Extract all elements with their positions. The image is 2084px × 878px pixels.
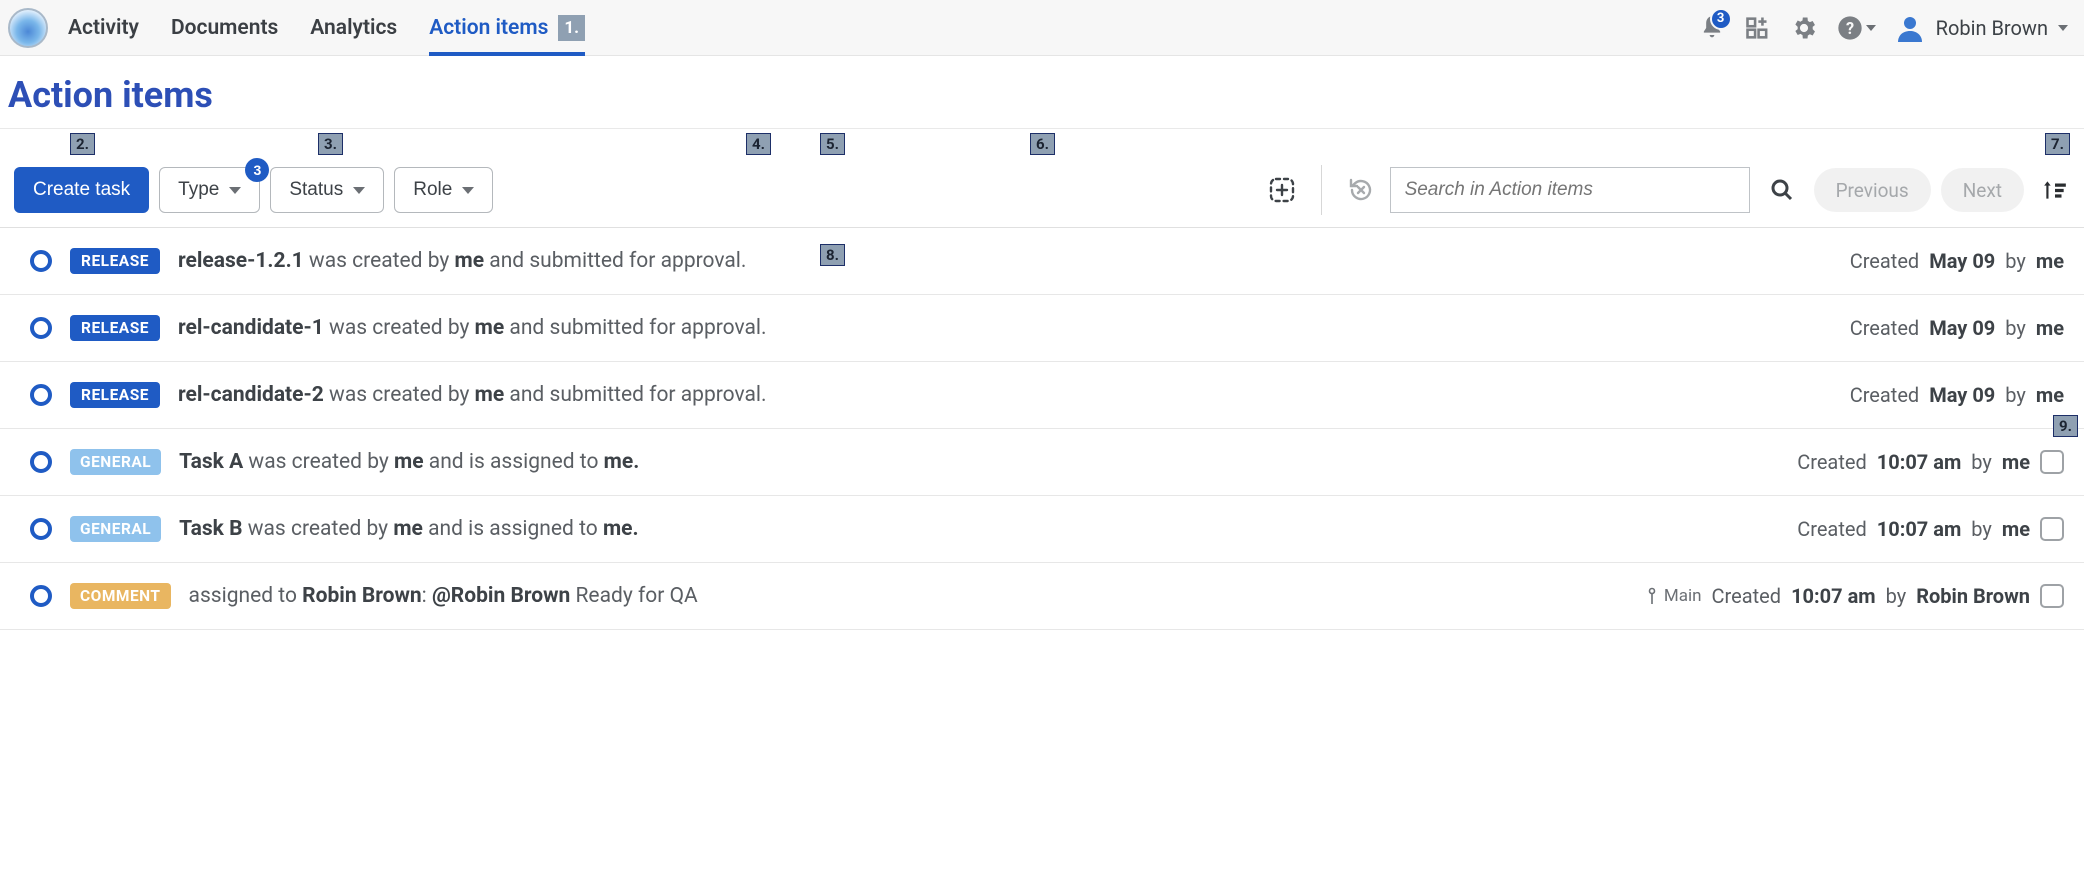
previous-button: Previous [1814,168,1931,212]
svg-text:?: ? [1846,18,1854,37]
filter-type[interactable]: Type 3 [159,167,260,213]
annotation-4: 4. [746,133,771,155]
nav-tab-label: Activity [68,16,139,40]
nav-tab-action-items[interactable]: Action items 1. [429,0,585,55]
chevron-down-icon [2058,25,2068,31]
row-checkbox[interactable] [2040,450,2064,474]
status-circle-icon [30,250,52,272]
annotation-8: 8. [820,244,845,266]
next-button: Next [1941,168,2024,212]
toolbar-section: 2. 3. 4. 5. 6. 7. Create task Type 3 Sta… [0,128,2084,228]
reset-history-icon[interactable] [1342,171,1380,209]
annotation-5: 5. [820,133,845,155]
row-meta: Created May 09 by me [1850,383,2064,407]
table-row[interactable]: RELEASE rel-candidate-2 was created by me… [0,362,2084,429]
table-row[interactable]: GENERAL Task A was created by me and is a… [0,429,2084,496]
chevron-down-icon [229,187,241,194]
filter-role-label: Role [413,179,452,201]
status-circle-icon [30,384,52,406]
row-meta: Created 10:07 am by me [1797,450,2030,474]
filter-status[interactable]: Status [270,167,384,213]
table-row[interactable]: RELEASE rel-candidate-1 was created by me… [0,295,2084,362]
annotation-6: 6. [1030,133,1055,155]
nav-tab-documents[interactable]: Documents [171,0,278,55]
type-tag: GENERAL [70,516,161,542]
type-tag: GENERAL [70,449,161,475]
search-input[interactable] [1391,168,1749,212]
chevron-down-icon [462,187,474,194]
notifications-icon[interactable]: 3 [1698,14,1726,42]
topbar-right: 3 ? Robin Brown [1698,12,2068,44]
row-meta: Created May 09 by me [1850,316,2064,340]
row-description: Task B was created by me and is assigned… [179,517,1779,541]
row-meta: Created 10:07 am by Robin Brown [1712,584,2030,608]
annotation-7: 7. [2045,133,2070,155]
nav-tab-label: Action items [429,16,548,40]
row-description: rel-candidate-2 was created by me and su… [178,383,1832,407]
page-title: Action items [0,56,2084,128]
add-widget-icon[interactable] [1263,171,1301,209]
row-description: rel-candidate-1 was created by me and su… [178,316,1832,340]
topbar: Activity Documents Analytics Action items 1.… [0,0,2084,56]
create-task-button[interactable]: Create task [14,167,149,213]
filter-role[interactable]: Role [394,167,493,213]
logo[interactable] [8,8,48,48]
nav-tabs: Activity Documents Analytics Action items 1. [68,0,585,55]
branch-indicator: Main [1644,586,1702,606]
annotation-3: 3. [318,133,343,155]
type-tag: COMMENT [70,583,171,609]
filter-type-badge: 3 [245,158,269,182]
search-box [1390,167,1750,213]
user-name: Robin Brown [1936,16,2048,40]
type-tag: RELEASE [70,382,160,408]
chevron-down-icon [1866,25,1876,31]
row-description: assigned to Robin Brown: @Robin Brown Re… [189,584,1626,608]
help-menu[interactable]: ? [1836,14,1876,42]
toolbar: Create task Type 3 Status Role [0,157,2084,227]
filter-status-label: Status [289,179,343,201]
nav-tab-analytics[interactable]: Analytics [310,0,397,55]
status-circle-icon [30,451,52,473]
row-checkbox[interactable] [2040,517,2064,541]
branch-name: Main [1664,586,1702,606]
annotation-2: 2. [70,133,95,155]
table-row[interactable]: RELEASE release-1.2.1 was created by me a… [0,228,2084,295]
chevron-down-icon [353,187,365,194]
table-row[interactable]: COMMENT assigned to Robin Brown: @Robin B… [0,563,2084,630]
row-meta: Created May 09 by me [1850,249,2064,273]
filter-type-label: Type [178,179,219,201]
avatar [1894,12,1926,44]
notifications-badge: 3 [1710,8,1732,30]
apps-icon[interactable] [1744,14,1772,42]
status-circle-icon [30,585,52,607]
type-tag: RELEASE [70,248,160,274]
status-circle-icon [30,317,52,339]
nav-tab-count: 1. [558,15,585,41]
annotation-9: 9. [2053,415,2078,437]
type-tag: RELEASE [70,315,160,341]
nav-tab-label: Documents [171,16,278,40]
nav-tab-label: Analytics [310,16,397,40]
user-menu[interactable]: Robin Brown [1894,12,2068,44]
table-row[interactable]: GENERAL Task B was created by me and is a… [0,496,2084,563]
nav-tab-activity[interactable]: Activity [68,0,139,55]
admin-gear-icon[interactable] [1790,14,1818,42]
row-description: release-1.2.1 was created by me and subm… [178,249,1832,273]
status-circle-icon [30,518,52,540]
row-checkbox[interactable] [2040,584,2064,608]
divider [1321,165,1322,215]
search-button[interactable] [1760,168,1804,212]
help-icon: ? [1836,14,1864,42]
action-items-list: RELEASE release-1.2.1 was created by me a… [0,228,2084,630]
sort-button[interactable] [2040,175,2070,205]
row-description: Task A was created by me and is assigned… [179,450,1779,474]
row-meta: Created 10:07 am by me [1797,517,2030,541]
